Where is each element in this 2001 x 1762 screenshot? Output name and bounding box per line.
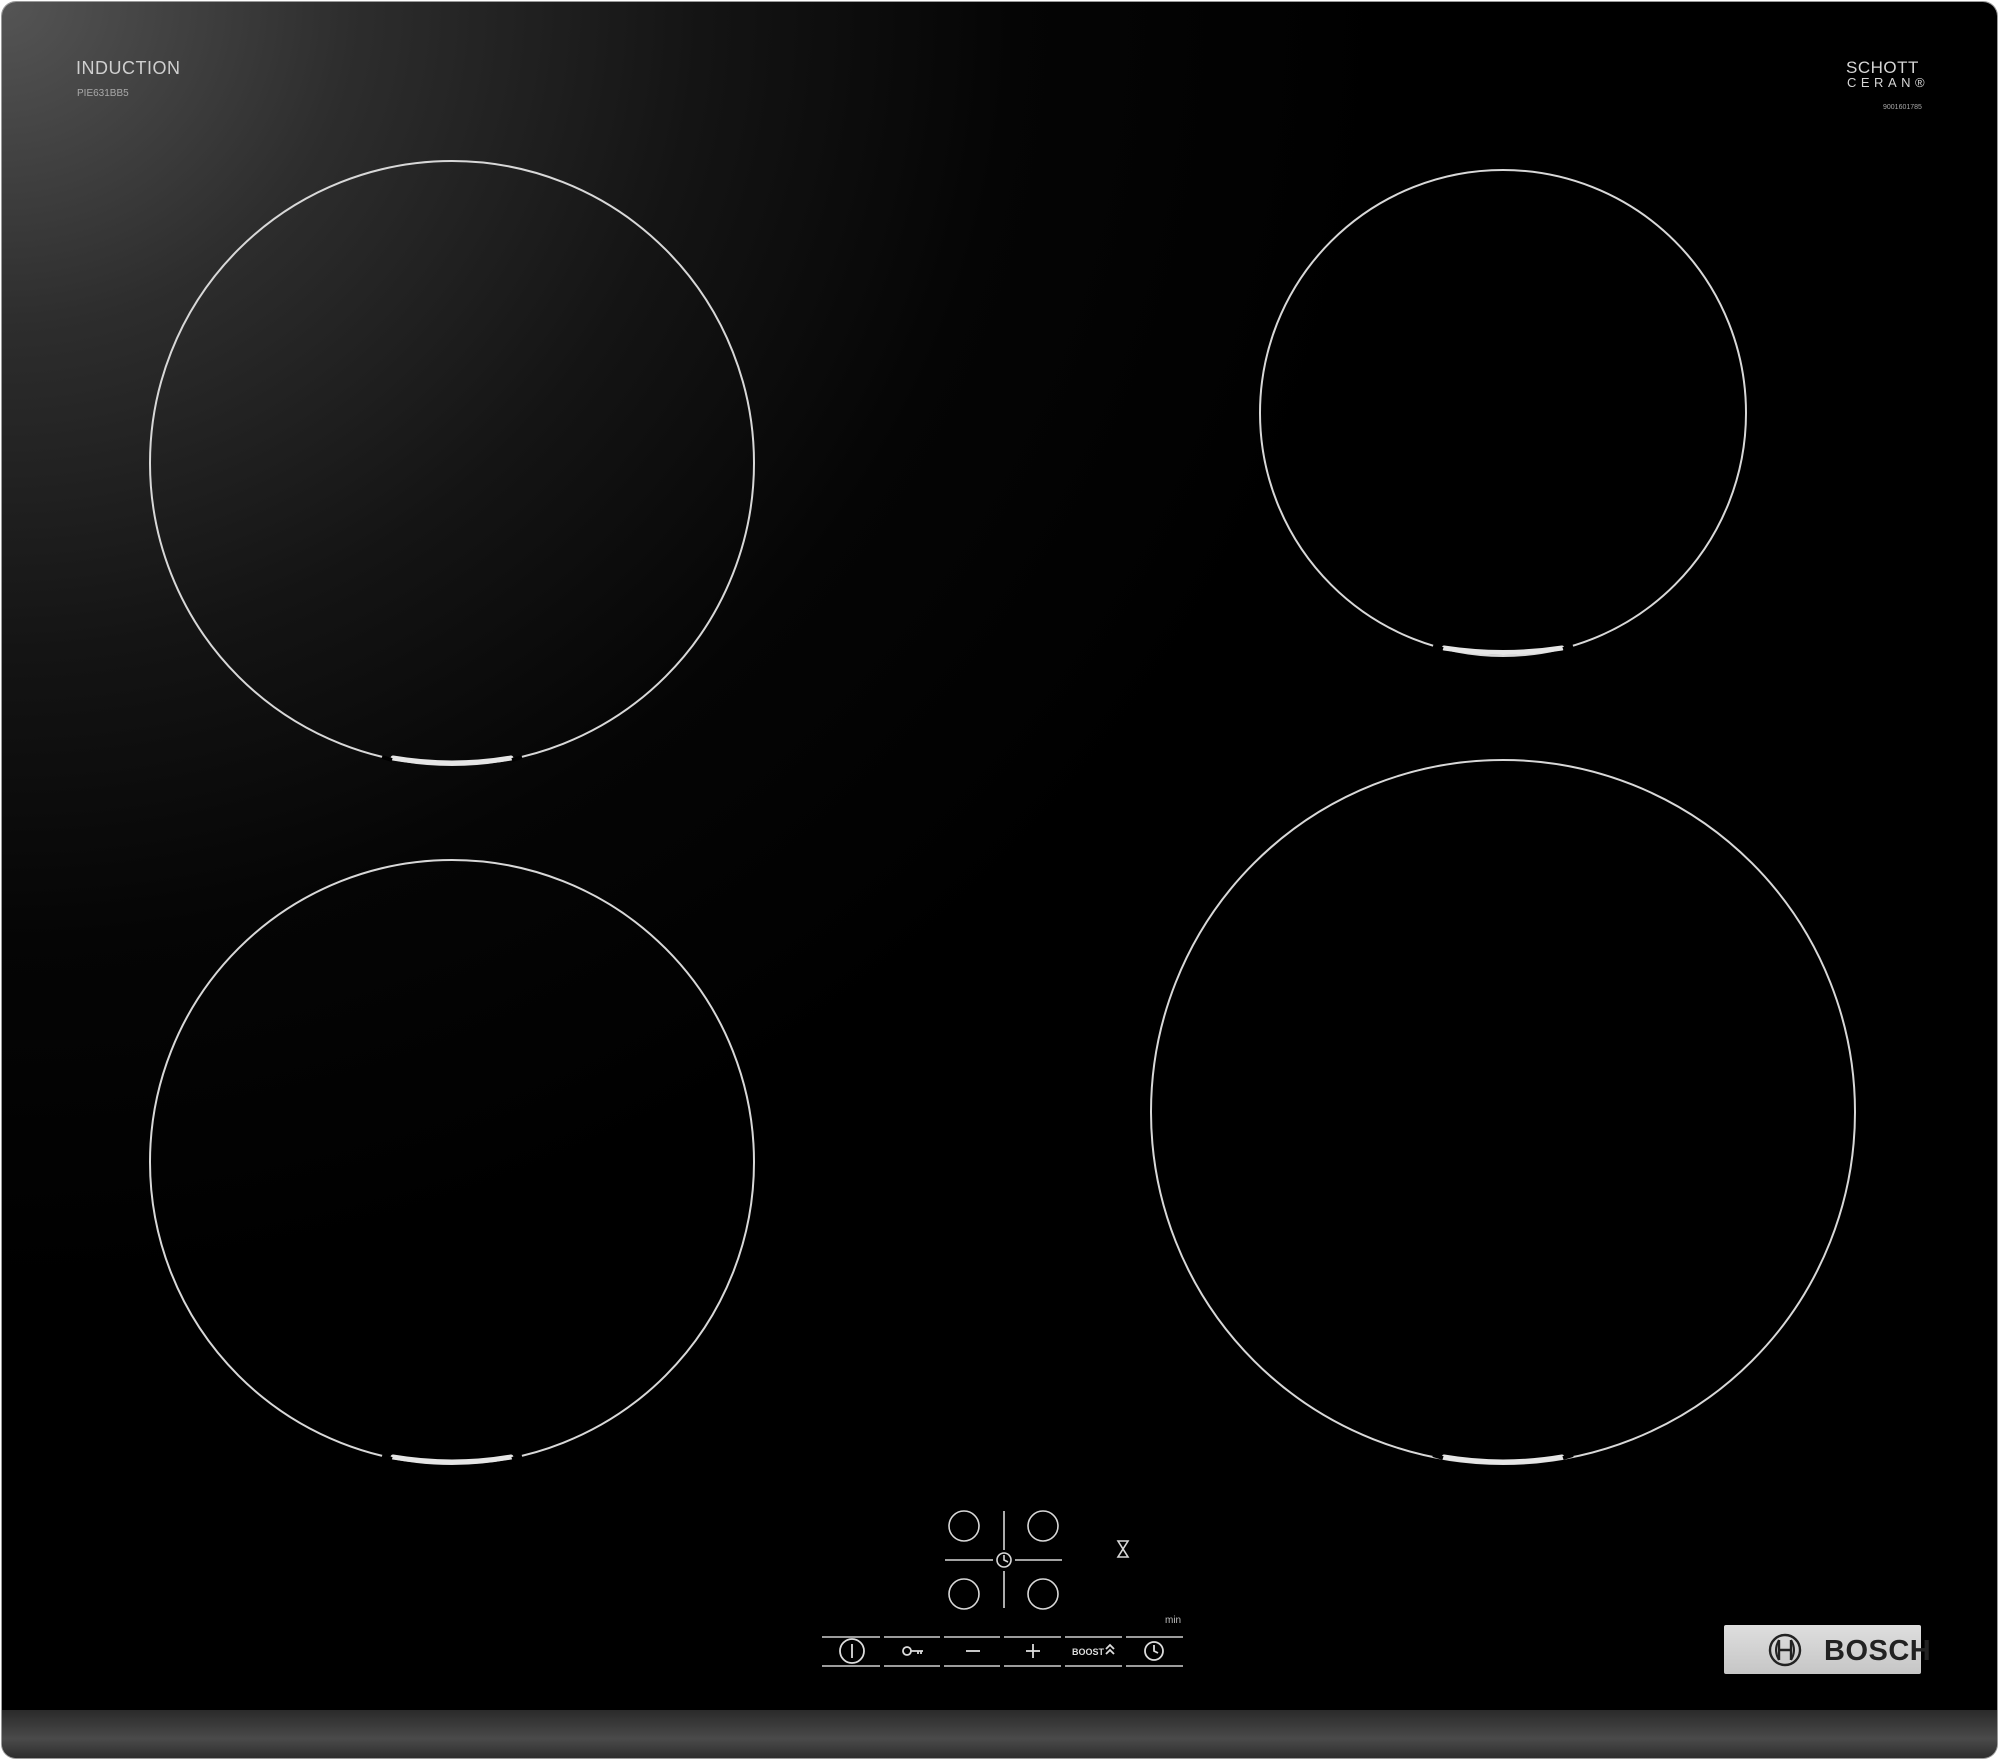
minus-button[interactable] [946, 1639, 998, 1664]
small-right-gap-left [1432, 644, 1444, 651]
large-right-zone[interactable] [1150, 759, 1856, 1465]
small-right-gap-right [1562, 644, 1574, 651]
select-rear-left-zone-button[interactable] [948, 1578, 980, 1610]
front-left-zone-marker [390, 755, 514, 766]
large-right-zone-marker [1441, 1454, 1565, 1465]
rear-left-zone-marker [390, 1454, 514, 1465]
rear-left-gap-right [511, 1454, 523, 1461]
bosch-armature-icon [1768, 1633, 1802, 1667]
lock-button[interactable] [886, 1639, 938, 1664]
front-left-gap-left [381, 755, 393, 762]
hourglass-icon [1116, 1540, 1130, 1558]
small-right-zone[interactable] [1259, 169, 1747, 657]
front-left-gap-right [511, 755, 523, 762]
timer-unit-label: min [1165, 1615, 1182, 1626]
plus-button[interactable] [1006, 1639, 1058, 1664]
boost-label: BOOST [1072, 1647, 1105, 1657]
select-large-right-zone-button[interactable] [1027, 1578, 1059, 1610]
power-button[interactable] [826, 1638, 878, 1664]
boost-button[interactable]: BOOST [1067, 1639, 1119, 1664]
rear-left-gap-left [381, 1454, 393, 1461]
bosch-brand-badge: BOSCH [1724, 1625, 1931, 1674]
brand-name: BOSCH [1824, 1635, 1932, 1667]
small-right-zone-marker [1441, 645, 1565, 655]
select-small-right-zone-button[interactable] [1027, 1510, 1059, 1542]
timer-button[interactable] [1128, 1639, 1180, 1664]
front-left-zone[interactable] [149, 160, 755, 766]
select-front-left-zone-button[interactable] [948, 1510, 980, 1542]
zones-and-controls: BOOST [149, 160, 1856, 1667]
zone-timer-icon [996, 1552, 1012, 1568]
rear-left-zone[interactable] [149, 859, 755, 1465]
